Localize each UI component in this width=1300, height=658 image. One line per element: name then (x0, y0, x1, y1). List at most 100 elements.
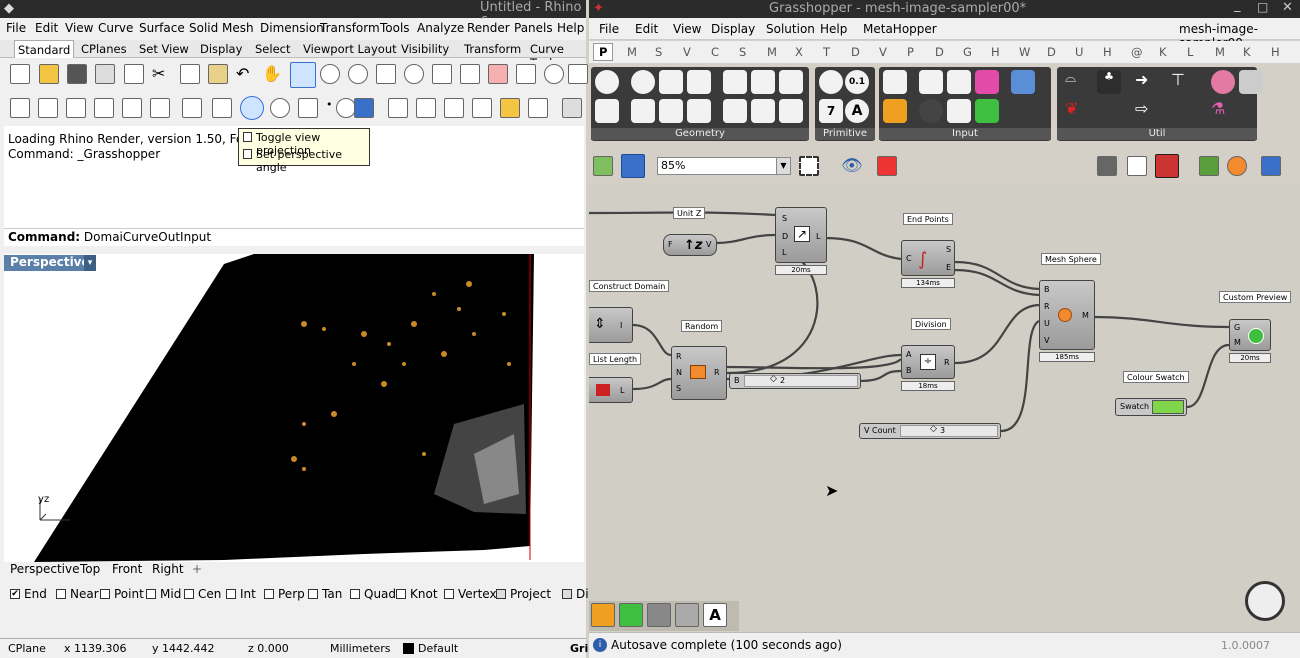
gh-tab[interactable]: M (627, 45, 637, 59)
mesh-param-icon[interactable] (779, 70, 803, 94)
menu-render[interactable]: Render (467, 21, 510, 35)
gh-tab[interactable]: D (851, 45, 860, 59)
tab-set-view[interactable]: Set View (136, 42, 192, 56)
osnap-tan-checkbox[interactable] (308, 589, 318, 599)
gh-menu-display[interactable]: Display (711, 22, 755, 36)
tab-transform[interactable]: Transform (461, 42, 524, 56)
gumball-icon[interactable] (1261, 156, 1281, 176)
preview-wire-icon[interactable] (1127, 156, 1147, 176)
tab-standard[interactable]: Standard (14, 40, 75, 58)
menu-surface[interactable]: Surface (139, 21, 185, 35)
osnap-perp-checkbox[interactable] (264, 589, 274, 599)
gh-tab[interactable]: V (683, 45, 691, 59)
menu-solid[interactable]: Solid (189, 21, 218, 35)
gh-tab[interactable]: S (655, 45, 662, 59)
grid-plane-icon[interactable] (298, 98, 318, 118)
vector-param-icon[interactable] (595, 99, 619, 123)
osnap-disable-checkbox[interactable] (562, 589, 572, 599)
four-views-icon[interactable] (460, 64, 480, 84)
gradient-icon[interactable] (975, 70, 999, 94)
mesh-face-param-icon[interactable] (779, 99, 803, 123)
image-sampler-icon[interactable] (975, 99, 999, 123)
more-icon[interactable] (568, 64, 588, 84)
gh-tab[interactable]: L (1187, 45, 1193, 59)
render-icon[interactable] (544, 64, 564, 84)
tab-top[interactable]: Top (80, 562, 100, 576)
value-list-icon[interactable] (1011, 70, 1035, 94)
arrow-right-icon[interactable]: ➜ (1135, 70, 1159, 94)
menu-analyze[interactable]: Analyze (417, 21, 464, 35)
gh-tab[interactable]: H (991, 45, 1000, 59)
zoom-window-icon[interactable] (348, 64, 368, 84)
gh-menu-file[interactable]: File (599, 22, 619, 36)
menu-edit[interactable]: Edit (35, 21, 58, 35)
arrow-outline-icon[interactable]: ⇨ (1135, 99, 1159, 123)
group-param-icon[interactable] (751, 99, 775, 123)
save-file-icon[interactable] (621, 154, 645, 178)
cloud-tool-icon[interactable] (675, 603, 699, 627)
tab-front[interactable]: Front (112, 562, 142, 576)
integer-param-icon[interactable]: 7 (819, 99, 843, 123)
export-icon[interactable] (124, 64, 144, 84)
image-icon[interactable] (354, 98, 374, 118)
mask-icon[interactable] (1239, 70, 1263, 94)
sphere-shade-icon[interactable] (270, 98, 290, 118)
graph-mapper-icon[interactable] (883, 99, 907, 123)
box-param-icon[interactable] (723, 70, 747, 94)
gh-menu-help[interactable]: Help (820, 22, 847, 36)
osnap-end-checkbox[interactable]: ✔ (10, 589, 20, 599)
folder-plane-icon[interactable] (500, 98, 520, 118)
surface-param-icon[interactable] (687, 70, 711, 94)
properties-icon[interactable] (516, 64, 536, 84)
viewport-layout-6-icon[interactable] (150, 98, 170, 118)
chevron-down-icon[interactable]: ▾ (84, 255, 96, 271)
constructdomain-component[interactable]: ⇕ I (589, 307, 633, 343)
material-icon[interactable] (1227, 156, 1247, 176)
tab-display[interactable]: Display (197, 42, 245, 56)
bake-icon[interactable] (1199, 156, 1219, 176)
gh-tab[interactable]: H (1271, 45, 1280, 59)
slider-thumb-icon[interactable]: ◇ (770, 374, 777, 384)
tab-visibility[interactable]: Visibility (398, 42, 452, 56)
menu-transform[interactable]: Transform (320, 21, 380, 35)
gh-tab[interactable]: G (963, 45, 972, 59)
gh-tab[interactable]: W (1019, 45, 1030, 59)
viewport-layout-5-icon[interactable] (122, 98, 142, 118)
gh-tab[interactable]: P (907, 45, 914, 59)
gh-tab[interactable]: M (767, 45, 777, 59)
circle-param-icon[interactable] (631, 70, 655, 94)
download-tool-icon[interactable] (647, 603, 671, 627)
rotate-view-icon[interactable] (290, 62, 316, 88)
viewport-layout-2-icon[interactable] (38, 98, 58, 118)
perspective-viewport[interactable]: x y z (4, 254, 584, 562)
preview-tool-icon[interactable] (619, 603, 643, 627)
chevron-down-icon[interactable]: ▼ (776, 158, 790, 174)
gh-tab[interactable]: D (1047, 45, 1056, 59)
gh-menu-metahopper[interactable]: MetaHopper (863, 22, 937, 36)
new-file-icon[interactable] (10, 64, 30, 84)
swatch-colour[interactable] (1152, 400, 1184, 414)
osnap-int-checkbox[interactable] (226, 589, 236, 599)
slider-track[interactable] (900, 425, 998, 437)
number-slider-vcount[interactable]: V Count ◇ 3 (859, 423, 1001, 439)
osnap-knot-checkbox[interactable] (396, 589, 406, 599)
viewport-layout-4-icon[interactable] (94, 98, 114, 118)
tab-cplanes[interactable]: CPlanes (78, 42, 130, 56)
osnap-mid-checkbox[interactable] (146, 589, 156, 599)
gh-tab[interactable]: M (1215, 45, 1225, 59)
zoom-extents-icon[interactable] (799, 156, 819, 176)
arc-param-icon[interactable] (659, 99, 683, 123)
cut-icon[interactable]: ✂ (152, 64, 172, 84)
gh-menu-solution[interactable]: Solution (766, 22, 815, 36)
text-param-icon[interactable]: A (845, 99, 869, 123)
command-line[interactable]: Command: DomaiCurveOutInput (4, 228, 584, 246)
line-param-icon[interactable] (631, 99, 655, 123)
field-param-icon[interactable] (723, 99, 747, 123)
tab-right[interactable]: Right (152, 562, 184, 576)
viewport-layout-3-icon[interactable] (66, 98, 86, 118)
grid-icon[interactable] (212, 98, 232, 118)
open-folder-icon[interactable] (39, 64, 59, 84)
car-icon[interactable] (488, 64, 508, 84)
division-component[interactable]: A B ÷ R (901, 345, 955, 379)
glasses-icon[interactable]: ⌓ (1065, 70, 1089, 94)
